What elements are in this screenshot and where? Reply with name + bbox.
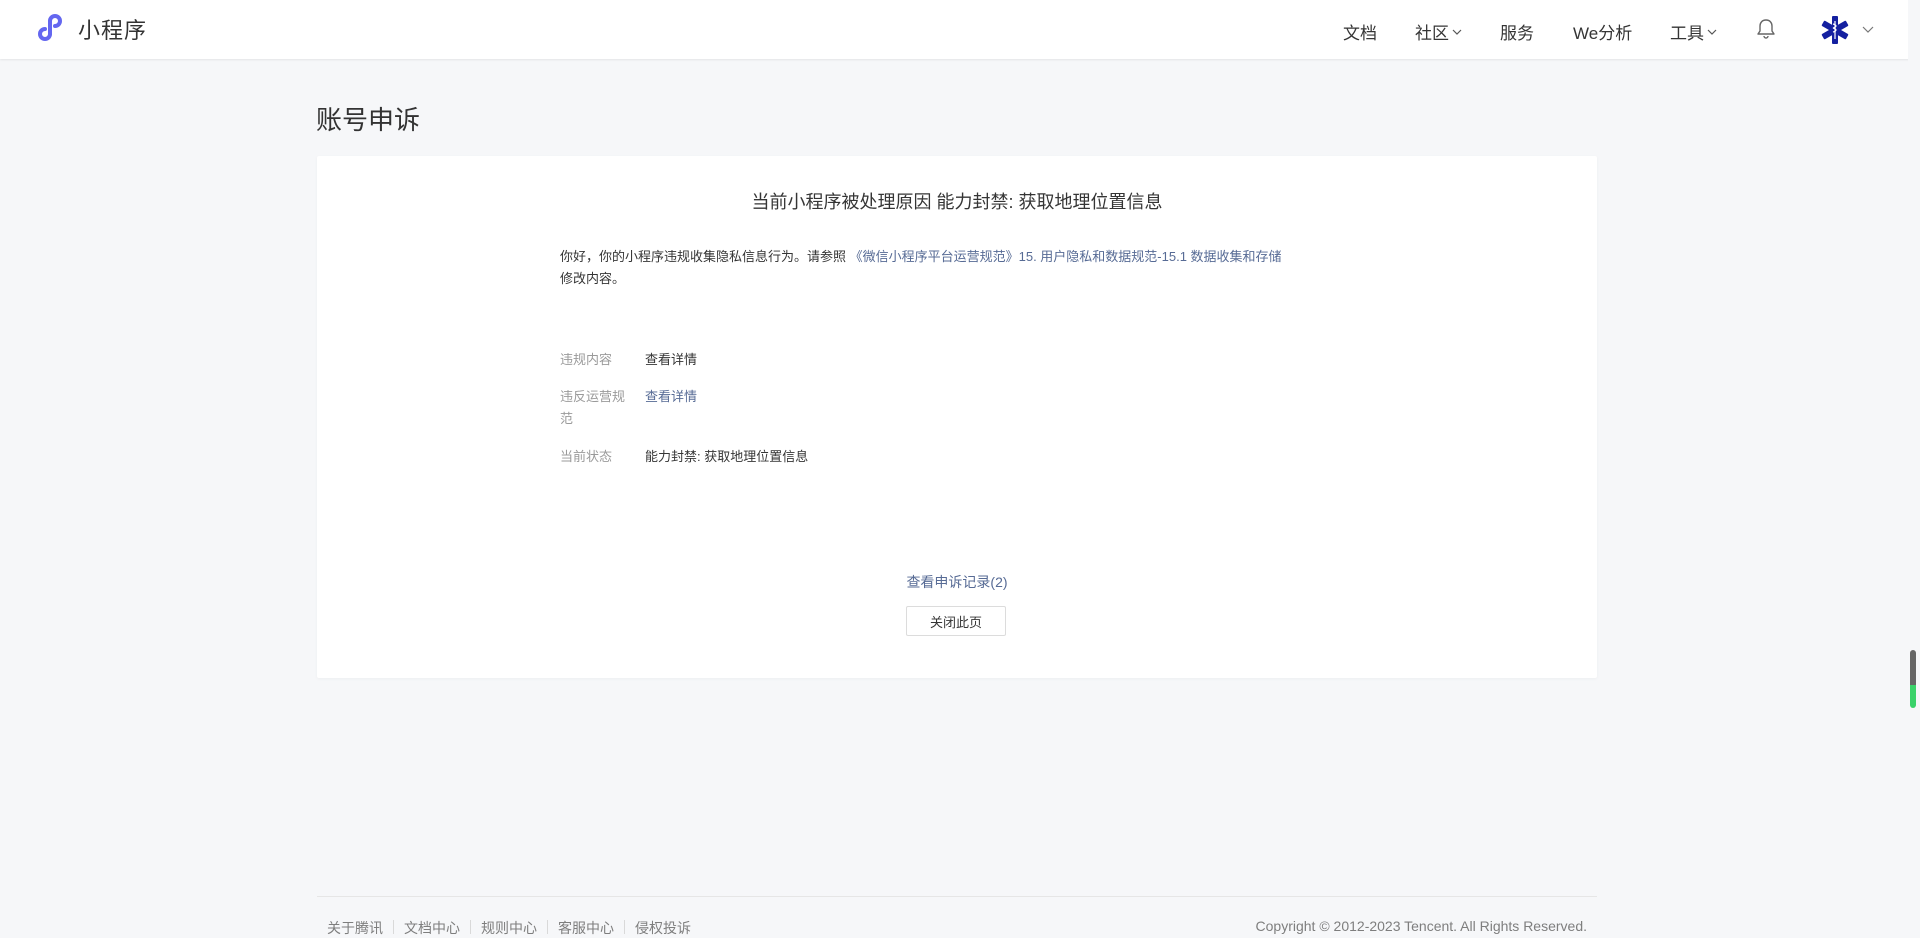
footer-separator — [624, 920, 625, 934]
nav-item-docs[interactable]: 文档 — [1343, 19, 1377, 44]
chevron-down-icon[interactable] — [1862, 24, 1874, 34]
nav-item-label: We分析 — [1573, 24, 1633, 43]
nav-item-community[interactable]: 社区 — [1415, 19, 1462, 44]
view-details-link[interactable]: 查看详情 — [645, 386, 697, 408]
violation-content-value: 查看详情 — [645, 352, 698, 367]
page-title: 账号申诉 — [316, 105, 421, 135]
nav-item-label: 文档 — [1343, 24, 1377, 43]
notice-text: 你好，你的小程序违规收集隐私信息行为。请参照 — [560, 249, 850, 264]
nav-item-tools[interactable]: 工具 — [1670, 19, 1717, 44]
appeal-card: 当前小程序被处理原因 能力封禁: 获取地理位置信息 你好，你的小程序违规收集隐私… — [317, 156, 1597, 678]
footer-separator — [547, 920, 548, 934]
chevron-down-icon — [1452, 29, 1462, 35]
row-label: 违规内容 — [560, 352, 613, 367]
chevron-down-icon — [1707, 29, 1717, 35]
brand-name: 小程序 — [78, 18, 148, 43]
copyright-text: Copyright © 2012-2023 Tencent. All Right… — [1255, 918, 1587, 934]
scrollbar-track[interactable] — [1908, 0, 1920, 936]
footer-links: 关于腾讯 文档中心 规则中心 客服中心 侵权投诉 — [327, 918, 691, 938]
appeal-records-link[interactable]: 查看申诉记录(2) — [317, 572, 1597, 592]
nav-item-label: 服务 — [1500, 24, 1534, 43]
close-page-button[interactable]: 关闭此页 — [906, 606, 1006, 636]
footer-link-docs-center[interactable]: 文档中心 — [404, 918, 460, 938]
current-status-value: 能力封禁: 获取地理位置信息 — [645, 449, 809, 464]
brand[interactable]: 小程序 — [38, 14, 147, 44]
operating-rules-link[interactable]: 《微信小程序平台运营规范》15. 用户隐私和数据规范-15.1 数据收集和存储 — [850, 249, 1282, 264]
violation-notice: 你好，你的小程序违规收集隐私信息行为。请参照 《微信小程序平台运营规范》15. … — [560, 246, 1360, 290]
top-navigation-bar: 小程序 文档 社区 服务 We分析 工具 — [0, 0, 1920, 59]
miniprogram-logo-icon — [38, 14, 62, 41]
footer-separator — [470, 920, 471, 934]
footer-link-infringement-complaint[interactable]: 侵权投诉 — [635, 918, 691, 938]
footer-link-about-tencent[interactable]: 关于腾讯 — [327, 918, 383, 938]
scrollbar-thumb[interactable] — [1910, 650, 1916, 708]
nav-item-services[interactable]: 服务 — [1500, 19, 1534, 44]
nav-item-we-analytics[interactable]: We分析 — [1573, 19, 1632, 44]
nav-item-label: 工具 — [1670, 24, 1704, 43]
nav-item-label: 社区 — [1415, 24, 1449, 43]
notification-bell-icon[interactable] — [1756, 18, 1776, 40]
footer-link-support-center[interactable]: 客服中心 — [558, 918, 614, 938]
footer-separator — [393, 920, 394, 934]
handling-reason-title: 当前小程序被处理原因 能力封禁: 获取地理位置信息 — [751, 192, 1163, 212]
notice-suffix-text: 修改内容。 — [560, 271, 626, 286]
user-avatar[interactable] — [1820, 15, 1850, 45]
row-label: 违反运营规范 — [560, 389, 626, 426]
footer-link-rules-center[interactable]: 规则中心 — [481, 918, 537, 938]
row-label: 当前状态 — [560, 449, 613, 464]
footer-divider — [317, 896, 1597, 897]
